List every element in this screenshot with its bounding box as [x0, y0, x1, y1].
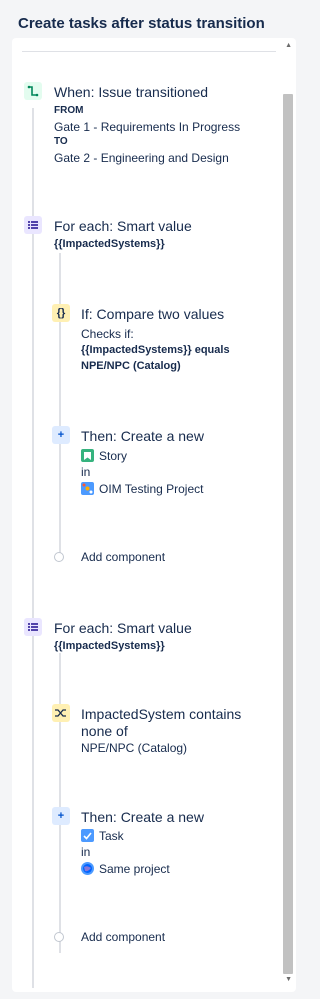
- globe-avatar-icon: [81, 862, 94, 875]
- rule-panel: Create tasks after status transition - W…: [4, 0, 300, 999]
- trigger-heading[interactable]: When: Issue transitioned: [54, 84, 208, 100]
- branch1-condition-expr2: NPE/NPC (Catalog): [81, 360, 181, 372]
- branch2-in: in: [81, 845, 91, 859]
- rule-title: Create tasks after status transition: [18, 15, 265, 32]
- branch2-action-heading[interactable]: Then: Create a new: [81, 809, 204, 825]
- add-component-dot: [54, 552, 64, 562]
- trigger-to-value: Gate 2 - Engineering and Design: [54, 151, 229, 165]
- branch1-value: {{ImpactedSystems}}: [54, 238, 165, 250]
- branch1-condition-expr1: {{ImpactedSystems}} equals: [81, 344, 230, 356]
- branch2-condition-heading2: none of: [81, 723, 128, 739]
- branch2-condition-heading1[interactable]: ImpactedSystem contains: [81, 706, 241, 722]
- plus-icon[interactable]: +: [52, 807, 70, 825]
- branch1-flow-line: [59, 253, 61, 553]
- branch2-heading[interactable]: For each: Smart value: [54, 620, 192, 636]
- branch1-in: in: [81, 465, 91, 479]
- shuffle-icon[interactable]: [52, 704, 70, 722]
- rule-scroll-area[interactable]: - When: Issue transitioned FROM Gate 1 -…: [12, 38, 296, 992]
- branch2-condition-value: NPE/NPC (Catalog): [81, 741, 188, 755]
- branch2-flow-line: [59, 653, 61, 953]
- trigger-from-value: Gate 1 - Requirements In Progress: [54, 120, 241, 134]
- trigger-to-label: TO: [54, 136, 68, 147]
- trigger-from-label: FROM: [54, 105, 84, 116]
- branch2-add-component[interactable]: Add component: [81, 930, 165, 944]
- branch-list-icon[interactable]: [24, 618, 42, 636]
- branch1-condition-heading[interactable]: If: Compare two values: [81, 306, 224, 322]
- main-flow-line: [32, 108, 34, 988]
- plus-icon[interactable]: +: [52, 426, 70, 444]
- trigger-icon[interactable]: [24, 82, 42, 100]
- branch2-issue-type: Task: [99, 829, 124, 843]
- branch1-heading[interactable]: For each: Smart value: [54, 218, 192, 234]
- scroll-down-icon[interactable]: ▼: [285, 976, 292, 983]
- scroll-up-icon[interactable]: ▲: [285, 42, 292, 49]
- branch1-action-heading[interactable]: Then: Create a new: [81, 428, 204, 444]
- task-checkbox-icon: [81, 829, 94, 842]
- branch2-project: Same project: [99, 862, 170, 876]
- curly-braces-icon[interactable]: {}: [52, 304, 70, 322]
- cutoff-component: -: [22, 38, 276, 52]
- scrollbar-thumb[interactable]: [283, 94, 293, 974]
- branch2-value: {{ImpactedSystems}}: [54, 640, 165, 652]
- branch-list-icon[interactable]: [24, 216, 42, 234]
- branch1-condition-checks: Checks if:: [81, 327, 134, 341]
- branch1-project: OIM Testing Project: [99, 482, 204, 496]
- branch1-issue-type: Story: [99, 449, 128, 463]
- add-component-dot: [54, 932, 64, 942]
- project-avatar-icon: [81, 482, 94, 495]
- story-bookmark-icon: [81, 449, 94, 462]
- branch1-add-component[interactable]: Add component: [81, 550, 165, 564]
